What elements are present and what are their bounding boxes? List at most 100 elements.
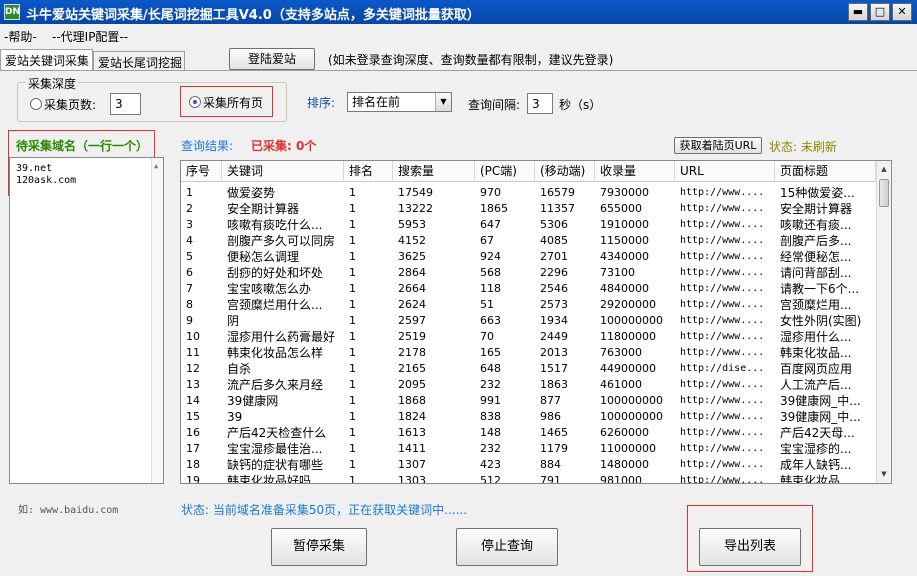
- table-row[interactable]: 12 自杀 1 2165 648 1517 44900000 http://dise... 百度…: [181, 361, 876, 377]
- table-row[interactable]: 1 做爱姿势 1 17549 970 16579 7930000 http://www....…: [181, 185, 876, 201]
- cell-page-title: 韩束化妆品...: [780, 474, 852, 484]
- domain-line: 120ask.com: [16, 175, 77, 186]
- cell-mobile: 4085: [540, 234, 568, 247]
- cell-rank: 1: [349, 282, 356, 295]
- cell-keyword: 便秘怎么调理: [227, 250, 300, 264]
- table-row[interactable]: 13 流产后多久来月经 1 2095 232 1863 461000 http://www..…: [181, 377, 876, 393]
- cell-rank: 1: [349, 314, 356, 327]
- col-url[interactable]: URL: [675, 161, 775, 182]
- col-search-volume[interactable]: 搜索量: [393, 161, 475, 182]
- table-scrollbar[interactable]: ▲ ▼: [876, 161, 891, 483]
- export-list-button[interactable]: 导出列表: [699, 528, 801, 566]
- table-row[interactable]: 6 刮痧的好处和坏处 1 2864 568 2296 73100 http://www....…: [181, 265, 876, 281]
- cell-search-volume: 2178: [398, 346, 426, 359]
- table-row[interactable]: 15 39 1 1824 838 986 100000000 http://www.... 39…: [181, 409, 876, 425]
- col-rank[interactable]: 排名: [344, 161, 393, 182]
- table-row[interactable]: 9 阴 1 2597 663 1934 100000000 http://www.... 女性外…: [181, 313, 876, 329]
- cell-index: 10: [186, 330, 200, 343]
- cell-pc: 663: [480, 314, 501, 327]
- login-hint: (如未登录查询深度、查询数量都有限制，建议先登录): [328, 53, 614, 67]
- domain-textarea[interactable]: 39.net 120ask.com ▲: [9, 157, 164, 484]
- col-keyword[interactable]: 关键词: [222, 161, 344, 182]
- scroll-thumb[interactable]: [879, 179, 889, 207]
- cell-pc: 67: [480, 234, 494, 247]
- table-row[interactable]: 2 安全期计算器 1 13222 1865 11357 655000 http://www..…: [181, 201, 876, 217]
- table-row[interactable]: 14 39健康网 1 1868 991 877 100000000 http://www...…: [181, 393, 876, 409]
- cell-url: http://www....: [680, 251, 765, 262]
- cell-url: http://www....: [680, 219, 765, 230]
- pause-collect-button[interactable]: 暂停采集: [271, 528, 367, 566]
- cell-page-title: 经常便秘怎...: [780, 250, 852, 264]
- table-row[interactable]: 11 韩束化妆品怎么样 1 2178 165 2013 763000 http://www..…: [181, 345, 876, 361]
- login-button[interactable]: 登陆爱站: [229, 48, 315, 70]
- cell-keyword: 阴: [227, 314, 240, 328]
- sort-select[interactable]: 排名在前 ▼: [347, 92, 452, 112]
- table-row[interactable]: 8 宫颈糜烂用什么... 1 2624 51 2573 29200000 http://www…: [181, 297, 876, 313]
- col-indexed[interactable]: 收录量: [595, 161, 675, 182]
- col-pc[interactable]: (PC端): [475, 161, 535, 182]
- cell-mobile: 2701: [540, 250, 568, 263]
- cell-rank: 1: [349, 378, 356, 391]
- cell-keyword: 韩束化妆品好吗: [227, 474, 312, 484]
- menu-help[interactable]: -帮助-: [4, 28, 37, 45]
- cell-mobile: 16579: [540, 186, 575, 199]
- cell-page-title: 39健康网_中...: [780, 394, 861, 408]
- cell-keyword: 韩束化妆品怎么样: [227, 346, 324, 360]
- cell-url: http://www....: [680, 475, 765, 484]
- cell-search-volume: 1613: [398, 426, 426, 439]
- cell-url: http://www....: [680, 203, 765, 214]
- cell-search-volume: 2864: [398, 266, 426, 279]
- cell-mobile: 1934: [540, 314, 568, 327]
- table-row[interactable]: 19 韩束化妆品好吗 1 1303 512 791 981000 http://www....…: [181, 473, 876, 484]
- close-icon[interactable]: ✕: [892, 3, 912, 21]
- cell-indexed: 100000000: [600, 394, 663, 407]
- table-row[interactable]: 16 产后42天检查什么 1 1613 148 1465 6260000 http://www…: [181, 425, 876, 441]
- menu-proxy-config[interactable]: --代理IP配置--: [52, 28, 128, 45]
- window-title: 斗牛爱站关键词采集/长尾词挖掘工具V4.0（支持多站点，多关键词批量获取）: [26, 8, 480, 23]
- status-bar: 状态: 当前域名准备采集50页，正在获取关键词中......: [181, 503, 468, 517]
- interval-input[interactable]: 3: [527, 93, 553, 114]
- cell-indexed: 763000: [600, 346, 642, 359]
- cell-indexed: 11000000: [600, 442, 656, 455]
- table-row[interactable]: 3 咳嗽有痰吃什么... 1 5953 647 5306 1910000 http://www…: [181, 217, 876, 233]
- table-row[interactable]: 7 宝宝咳嗽怎么办 1 2664 118 2546 4840000 http://www...…: [181, 281, 876, 297]
- cell-rank: 1: [349, 362, 356, 375]
- col-page-title[interactable]: 页面标题: [775, 161, 876, 182]
- cell-rank: 1: [349, 474, 356, 484]
- scroll-down-icon[interactable]: ▼: [877, 467, 891, 482]
- table-row[interactable]: 18 缺钙的症状有哪些 1 1307 423 884 1480000 http://www..…: [181, 457, 876, 473]
- table-row[interactable]: 10 湿疹用什么药膏最好 1 2519 70 2449 11800000 http://www…: [181, 329, 876, 345]
- cell-url: http://www....: [680, 395, 765, 406]
- cell-indexed: 1480000: [600, 458, 649, 471]
- maximize-icon[interactable]: □: [870, 3, 890, 21]
- cell-page-title: 安全期计算器: [780, 202, 853, 216]
- tab-keyword-collect[interactable]: 爱站关键词采集: [0, 49, 93, 71]
- stop-query-button[interactable]: 停止查询: [456, 528, 558, 566]
- table-row[interactable]: 17 宝宝湿疹最佳治... 1 1411 232 1179 11000000 http://w…: [181, 441, 876, 457]
- cell-indexed: 655000: [600, 202, 642, 215]
- cell-rank: 1: [349, 250, 356, 263]
- all-pages-radio[interactable]: [189, 96, 201, 108]
- cell-page-title: 咳嗽还有痰...: [780, 218, 852, 232]
- cell-search-volume: 13222: [398, 202, 433, 215]
- keyword-table[interactable]: 序号 关键词 排名 搜索量 (PC端) (移动端) 收录量 URL 页面标题 1…: [180, 160, 892, 484]
- table-row[interactable]: 5 便秘怎么调理 1 3625 924 2701 4340000 http://www....…: [181, 249, 876, 265]
- domain-scrollbar[interactable]: ▲: [151, 158, 163, 483]
- refresh-status: 状态: 未刷新: [769, 140, 837, 154]
- table-row[interactable]: 4 剖腹产多久可以同房 1 4152 67 4085 1150000 http://www..…: [181, 233, 876, 249]
- pages-input[interactable]: 3: [110, 93, 141, 115]
- sort-value: 排名在前: [352, 95, 401, 109]
- cell-indexed: 100000000: [600, 314, 663, 327]
- minimize-icon[interactable]: ▬: [848, 3, 868, 21]
- pages-radio[interactable]: [30, 98, 42, 110]
- cell-url: http://www....: [680, 283, 765, 294]
- col-index[interactable]: 序号: [181, 161, 222, 182]
- scroll-up-icon[interactable]: ▲: [877, 162, 891, 177]
- fetch-landing-url-button[interactable]: 获取着陆页URL: [674, 137, 762, 154]
- tab-longtail-mining[interactable]: 爱站长尾词挖掘: [93, 51, 185, 71]
- col-mobile[interactable]: (移动端): [535, 161, 595, 182]
- cell-indexed: 7930000: [600, 186, 649, 199]
- cell-index: 14: [186, 394, 200, 407]
- cell-keyword: 宝宝湿疹最佳治...: [227, 442, 323, 456]
- cell-mobile: 11357: [540, 202, 575, 215]
